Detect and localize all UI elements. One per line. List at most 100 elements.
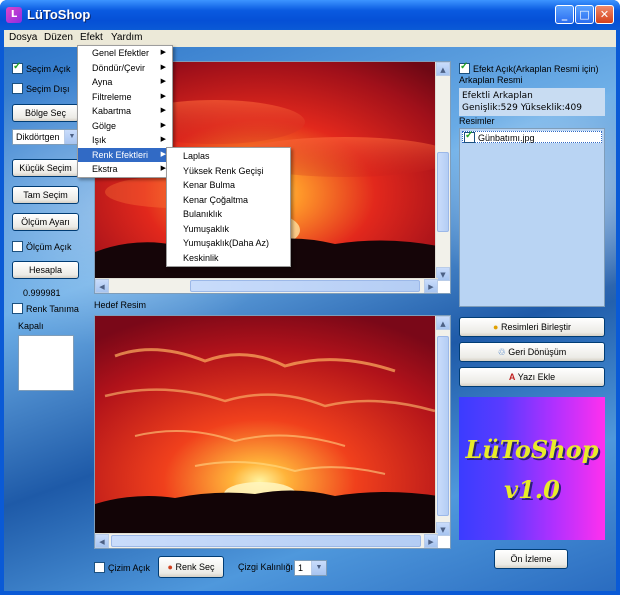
measurement-value: 0.999981 bbox=[23, 288, 61, 298]
renk-sec-button[interactable]: ● Renk Seç bbox=[158, 556, 224, 578]
efekt-menu-item-label: Genel Efektler bbox=[92, 48, 150, 58]
list-item[interactable]: Günbatımı.jpg bbox=[462, 130, 602, 143]
efekt-menu-item-label: Renk Efektleri bbox=[92, 149, 149, 160]
efektli-arkaplan-text: Efektli Arkaplan bbox=[462, 91, 533, 101]
efekt-menu-item[interactable]: Renk Efektleri ▶ bbox=[78, 147, 172, 162]
size-info-text: Genişlik:529 Yükseklik:409 bbox=[462, 103, 582, 113]
efekt-menu-item[interactable]: Kabartma ▶ bbox=[78, 104, 172, 119]
secim-acik-checkbox[interactable]: Seçim Açık bbox=[12, 61, 71, 74]
renk-submenu-item[interactable]: Yumuşaklık(Daha Az) bbox=[167, 236, 290, 251]
palette-icon: ● bbox=[167, 562, 173, 572]
list-item-checkbox[interactable]: Günbatımı.jpg bbox=[464, 130, 535, 143]
scroll-right-icon[interactable]: ▶ bbox=[424, 534, 438, 548]
menu-yardim[interactable]: Yardım bbox=[111, 32, 143, 43]
submenu-arrow-icon: ▶ bbox=[160, 107, 166, 114]
source-horizontal-scrollbar[interactable]: ◀ ▶ bbox=[95, 278, 438, 293]
resimler-label: Resimler bbox=[459, 116, 495, 126]
geri-donusum-button[interactable]: ♲ Geri Dönüşüm bbox=[459, 342, 605, 362]
efekt-acik-label: Efekt Açık(Arkaplan Resmi için) bbox=[473, 64, 599, 74]
cizgi-kalinligi-label: Çizgi Kalınlığı bbox=[238, 562, 294, 572]
title-bar[interactable]: L LüToShop _ □ ✕ bbox=[0, 0, 620, 30]
target-horizontal-scrollbar[interactable]: ◀ ▶ bbox=[95, 533, 438, 548]
kucuk-secim-button[interactable]: Küçük Seçim bbox=[12, 159, 79, 177]
submenu-arrow-icon: ▶ bbox=[160, 49, 166, 56]
cizgi-kalinligi-value: 1 bbox=[298, 563, 304, 573]
checkbox-box bbox=[12, 241, 23, 252]
submenu-arrow-icon: ▶ bbox=[160, 78, 166, 85]
hesapla-button[interactable]: Hesapla bbox=[12, 261, 79, 279]
menu-dosya[interactable]: Dosya bbox=[9, 32, 37, 43]
tam-secim-button[interactable]: Tam Seçim bbox=[12, 186, 79, 204]
efekt-menu-item[interactable]: Filtreleme ▶ bbox=[78, 90, 172, 105]
arkaplan-resmi-label: Arkaplan Resmi bbox=[459, 75, 523, 85]
scroll-right-icon[interactable]: ▶ bbox=[424, 279, 438, 293]
logo-title-text: LüToShop bbox=[465, 435, 599, 464]
scroll-thumb[interactable] bbox=[111, 535, 421, 547]
renk-submenu-item[interactable]: Yüksek Renk Geçişi bbox=[167, 164, 290, 179]
cizgi-kalinligi-select[interactable]: 1 ▼ bbox=[294, 560, 327, 576]
olcum-ayari-button[interactable]: Ölçüm Ayarı bbox=[12, 213, 79, 231]
yazi-ekle-button[interactable]: A Yazı Ekle bbox=[459, 367, 605, 387]
merge-icon: ● bbox=[493, 322, 499, 332]
scroll-thumb[interactable] bbox=[190, 280, 420, 292]
efekt-menu-item-label: Döndür/Çevir bbox=[92, 62, 146, 73]
renk-submenu-item[interactable]: Bulanıklık bbox=[167, 207, 290, 222]
close-button[interactable]: ✕ bbox=[595, 5, 614, 24]
color-preview-box bbox=[18, 335, 74, 391]
renk-submenu-item[interactable]: Keskinlik bbox=[167, 251, 290, 266]
window-title: LüToShop bbox=[27, 7, 91, 22]
scroll-left-icon[interactable]: ◀ bbox=[95, 534, 109, 548]
menu-efekt[interactable]: Efekt bbox=[80, 32, 103, 43]
scroll-thumb[interactable] bbox=[437, 152, 449, 232]
scroll-left-icon[interactable]: ◀ bbox=[95, 279, 109, 293]
check-icon bbox=[459, 61, 470, 74]
target-sunset-image bbox=[95, 316, 438, 536]
submenu-arrow-icon: ▶ bbox=[160, 63, 166, 71]
source-vertical-scrollbar[interactable]: ▲ ▼ bbox=[435, 62, 450, 281]
minimize-button[interactable]: _ bbox=[555, 5, 574, 24]
secim-acik-label: Seçim Açık bbox=[26, 64, 71, 74]
renk-submenu-item[interactable]: Kenar Çoğaltma bbox=[167, 193, 290, 208]
efekt-menu-item[interactable]: Gölge ▶ bbox=[78, 119, 172, 134]
menu-duzen[interactable]: Düzen bbox=[44, 32, 73, 43]
efekt-acik-checkbox[interactable]: Efekt Açık(Arkaplan Resmi için) bbox=[459, 61, 599, 74]
checkbox-box bbox=[12, 303, 23, 314]
logo-version-text: v1.0 bbox=[504, 475, 560, 504]
secim-disi-checkbox[interactable]: Seçim Dışı bbox=[12, 83, 70, 94]
maximize-button[interactable]: □ bbox=[575, 5, 594, 24]
efekt-dropdown-menu: Genel Efektler ▶ Döndür/Çevir ▶ Ayna ▶ Filtrel… bbox=[77, 45, 173, 178]
scroll-up-icon[interactable]: ▲ bbox=[436, 316, 450, 330]
efekt-menu-item[interactable]: Işık ▶ bbox=[78, 133, 172, 148]
submenu-arrow-icon: ▶ bbox=[160, 92, 166, 100]
renk-submenu-item[interactable]: Kenar Bulma bbox=[167, 178, 290, 193]
olcum-acik-checkbox[interactable]: Ölçüm Açık bbox=[12, 241, 72, 252]
renk-tanima-checkbox[interactable]: Renk Tanıma bbox=[12, 303, 79, 314]
renk-submenu-item[interactable]: Laplas bbox=[167, 149, 290, 164]
cizim-acik-label: Çizim Açık bbox=[108, 563, 151, 573]
efekt-menu-item[interactable]: Döndür/Çevir ▶ bbox=[78, 61, 172, 76]
chevron-down-icon[interactable]: ▼ bbox=[311, 561, 326, 575]
scroll-down-icon[interactable]: ▼ bbox=[436, 522, 450, 536]
scroll-up-icon[interactable]: ▲ bbox=[436, 62, 450, 76]
efekt-menu-item[interactable]: Ekstra ▶ bbox=[78, 162, 172, 177]
resimleri-birlestir-button[interactable]: ● Resimleri Birleştir bbox=[459, 317, 605, 337]
image-list[interactable]: Günbatımı.jpg bbox=[459, 128, 605, 307]
recycle-bin-icon: ♲ bbox=[497, 347, 506, 357]
efekt-menu-item-label: Işık bbox=[92, 135, 107, 145]
target-vertical-scrollbar[interactable]: ▲ ▼ bbox=[435, 316, 450, 536]
app-window: L LüToShop _ □ ✕ Dosya Düzen Efekt Yardı… bbox=[0, 0, 620, 595]
target-image-panel[interactable]: ▲ ▼ ◀ ▶ bbox=[94, 315, 451, 549]
scroll-thumb[interactable] bbox=[437, 336, 449, 516]
efekt-menu-item[interactable]: Ayna ▶ bbox=[78, 75, 172, 90]
on-izleme-button[interactable]: Ön İzleme bbox=[494, 549, 568, 569]
yazi-ekle-label: Yazı Ekle bbox=[517, 372, 556, 382]
scroll-down-icon[interactable]: ▼ bbox=[436, 267, 450, 281]
image-file-label: Günbatımı.jpg bbox=[478, 133, 535, 143]
shape-select[interactable]: Dikdörtgen ▼ bbox=[12, 129, 80, 145]
bolge-sec-button[interactable]: Bölge Seç bbox=[12, 104, 79, 122]
renk-submenu-item[interactable]: Yumuşaklık bbox=[167, 222, 290, 237]
submenu-arrow-icon: ▶ bbox=[160, 136, 166, 143]
renk-sec-label: Renk Seç bbox=[175, 562, 215, 572]
efekt-menu-item[interactable]: Genel Efektler ▶ bbox=[78, 46, 172, 61]
cizim-acik-checkbox[interactable]: Çizim Açık bbox=[94, 562, 150, 573]
